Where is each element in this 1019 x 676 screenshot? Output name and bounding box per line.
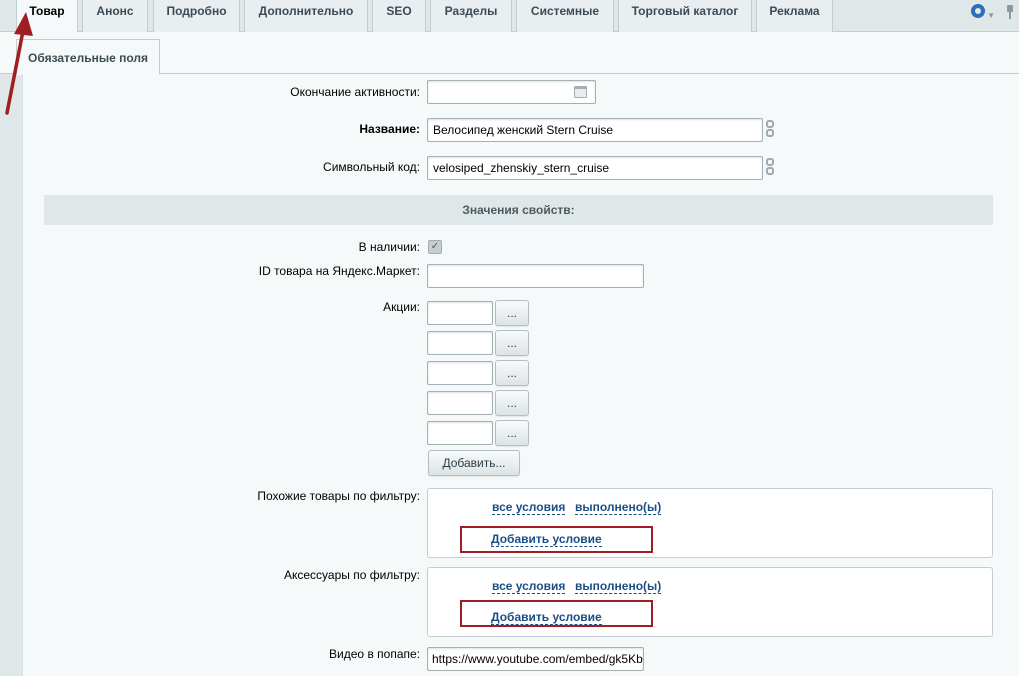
code-label: Символьный код:	[323, 160, 420, 174]
settings-menu[interactable]: ▼	[971, 3, 995, 21]
end-activity-label: Окончание активности:	[290, 85, 420, 99]
in-stock-label: В наличии:	[358, 240, 420, 254]
accessories-all-conditions-link[interactable]: все условия	[492, 580, 566, 594]
subtab-required-fields[interactable]: Обязательные поля	[16, 39, 160, 75]
yandex-id-label: ID товара на Яндекс.Маркет:	[258, 264, 420, 278]
video-popup-label: Видео в попапе:	[329, 647, 420, 661]
promo-picker-button[interactable]: ...	[495, 420, 529, 446]
tab-tovar[interactable]: Товар	[16, 0, 78, 33]
tab-torgovyi-katalog[interactable]: Торговый каталог	[618, 0, 752, 32]
name-input[interactable]: Велосипед женский Stern Cruise	[427, 118, 763, 142]
name-label: Название:	[359, 122, 420, 136]
promo-picker-button[interactable]: ...	[495, 390, 529, 416]
tab-seo[interactable]: SEO	[372, 0, 426, 32]
promo-picker-button[interactable]: ...	[495, 300, 529, 326]
similar-add-condition-link[interactable]: Добавить условие	[491, 533, 602, 547]
section-header-properties: Значения свойств:	[44, 195, 993, 225]
form-content: Окончание активности: Название: Велосипе…	[22, 74, 1019, 676]
gear-icon	[971, 3, 986, 18]
accessories-filter-label: Аксессуары по фильтру:	[283, 568, 420, 582]
similar-fulfilled-link[interactable]: выполнено(ы)	[575, 501, 662, 515]
similar-filter-label: Похожие товары по фильтру:	[257, 489, 420, 503]
promos-label: Акции:	[383, 300, 420, 314]
tab-podrobno[interactable]: Подробно	[153, 0, 240, 32]
link-chain-icon[interactable]	[765, 157, 775, 179]
promo-input[interactable]	[427, 361, 493, 385]
calendar-icon[interactable]	[574, 86, 587, 98]
promo-input[interactable]	[427, 391, 493, 415]
subtab-bar: Обязательные поля	[0, 32, 1019, 75]
tab-bar: Товар Анонс Подробно Дополнительно SEO Р…	[0, 0, 1019, 33]
link-chain-icon[interactable]	[765, 119, 775, 141]
add-promo-button[interactable]: Добавить...	[428, 450, 520, 476]
tab-dopolnitelno[interactable]: Дополнительно	[244, 0, 368, 32]
similar-all-conditions-link[interactable]: все условия	[492, 501, 566, 515]
pin-icon[interactable]	[1005, 5, 1015, 19]
end-activity-input[interactable]	[427, 80, 596, 104]
promo-input[interactable]	[427, 301, 493, 325]
tab-tools: ▼	[971, 2, 1015, 22]
tab-reklama[interactable]: Реклама	[756, 0, 833, 32]
yandex-id-input[interactable]	[427, 264, 644, 288]
promo-picker-button[interactable]: ...	[495, 330, 529, 356]
promo-picker-button[interactable]: ...	[495, 360, 529, 386]
code-input[interactable]: velosiped_zhenskiy_stern_cruise	[427, 156, 763, 180]
accessories-fulfilled-link[interactable]: выполнено(ы)	[575, 580, 662, 594]
video-popup-input[interactable]: https://www.youtube.com/embed/gk5Kb	[427, 647, 644, 671]
promo-input[interactable]	[427, 421, 493, 445]
promo-input[interactable]	[427, 331, 493, 355]
tab-razdely[interactable]: Разделы	[430, 0, 512, 32]
tab-anons[interactable]: Анонс	[82, 0, 148, 32]
tab-sistemnye[interactable]: Системные	[516, 0, 614, 32]
in-stock-checkbox[interactable]: ✓	[428, 240, 442, 254]
chevron-down-icon: ▼	[987, 10, 995, 20]
accessories-add-condition-link[interactable]: Добавить условие	[491, 611, 602, 625]
